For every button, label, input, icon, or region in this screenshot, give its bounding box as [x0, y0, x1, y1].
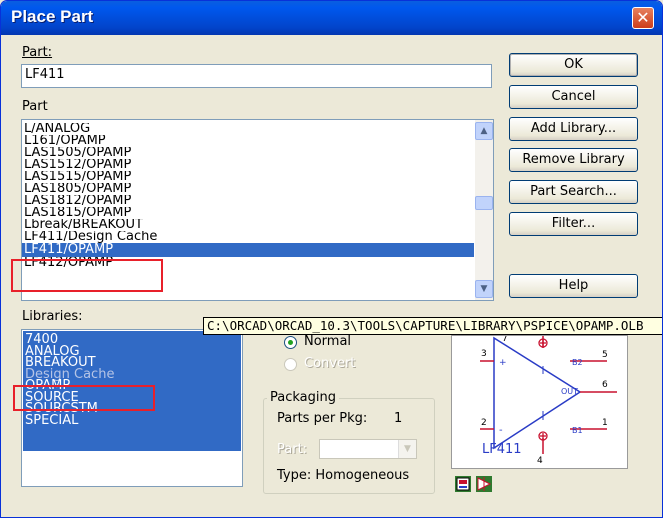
convert-radio-label: Convert — [304, 356, 356, 371]
part-list-label: Part — [22, 99, 48, 114]
pin-2: 2 — [481, 418, 487, 428]
part-list-item[interactable]: LAS1515/OPAMP — [22, 171, 474, 183]
library-list-item[interactable]: SPECIAL — [23, 414, 241, 426]
scroll-thumb[interactable] — [475, 196, 493, 210]
part-field-label-text: Part: — [22, 45, 53, 60]
pin-3: 3 — [481, 349, 487, 359]
pin-1: 1 — [602, 418, 608, 428]
parts-per-pkg-value: 1 — [394, 411, 403, 426]
part-preview: 3 2 4 5 6 1 7 + - B2 OUT B1 LF411 — [451, 334, 628, 469]
pin-label-b2: B2 — [572, 358, 583, 367]
part-list-scrollbar[interactable]: ▲ ▼ — [475, 120, 493, 300]
cancel-button[interactable]: Cancel — [509, 85, 638, 109]
close-icon[interactable]: ✕ — [632, 7, 654, 29]
dialog-title: Place Part — [11, 7, 94, 26]
part-list-item[interactable]: LAS1512/OPAMP — [22, 159, 474, 171]
parts-per-pkg-label: Parts per Pkg: — [277, 411, 368, 426]
highlight-library-selection — [13, 385, 155, 411]
part-list-item[interactable]: L161/OPAMP — [22, 135, 474, 147]
pin-label-minus: - — [499, 425, 503, 436]
scroll-up-icon[interactable]: ▲ — [475, 122, 493, 140]
symbol-name: LF411 — [482, 442, 522, 457]
part-select-label: Part: — [277, 442, 308, 457]
highlight-part-selection — [11, 259, 163, 292]
part-list-item[interactable]: LF411/Design Cache — [22, 231, 474, 243]
pin-7: 7 — [502, 336, 508, 344]
ok-button[interactable]: OK — [509, 53, 638, 77]
part-list-item[interactable]: LAS1815/OPAMP — [22, 207, 474, 219]
packaging-title: Packaging — [267, 390, 339, 405]
chevron-down-icon: ▼ — [398, 440, 416, 458]
title-bar[interactable]: Place Part ✕ — [1, 1, 662, 35]
place-part-dialog: Place Part ✕ Part: LF411 Part L/ANALOG L1… — [0, 0, 663, 518]
part-list-item[interactable]: Lbreak/BREAKOUT — [22, 219, 474, 231]
pin-label-b1: B1 — [572, 426, 583, 435]
pin-6: 6 — [602, 380, 608, 390]
library-path-tooltip: C:\ORCAD\ORCAD_10.3\TOOLS\CAPTURE\LIBRAR… — [203, 317, 662, 335]
package-type: Type: Homogeneous — [277, 468, 410, 483]
part-search-button[interactable]: Part Search... — [509, 180, 638, 204]
part-list-item[interactable]: LAS1505/OPAMP — [22, 147, 474, 159]
convert-radio — [284, 358, 297, 371]
part-input[interactable]: LF411 — [21, 64, 492, 88]
add-library-button[interactable]: Add Library... — [509, 117, 638, 141]
part-select: ▼ — [319, 439, 417, 459]
libraries-label-text: Libraries: — [22, 309, 83, 324]
part-list-item[interactable]: L/ANALOG — [22, 123, 474, 135]
part-field-label: Part: — [22, 45, 52, 60]
remove-library-button[interactable]: Remove Library — [509, 148, 638, 172]
opamp-symbol: 3 2 4 5 6 1 7 + - B2 OUT B1 LF411 — [480, 334, 617, 466]
normal-radio-label: Normal — [304, 334, 352, 349]
pcb-footprint-icon[interactable] — [454, 475, 472, 493]
libraries-label: Libraries: — [22, 309, 83, 324]
pin-label-out: OUT — [561, 387, 578, 396]
pin-label-plus: + — [499, 358, 507, 368]
part-list-item[interactable]: LAS1805/OPAMP — [22, 183, 474, 195]
pin-4: 4 — [537, 456, 543, 466]
help-button[interactable]: Help — [509, 274, 638, 298]
filter-button[interactable]: Filter... — [509, 212, 638, 236]
normal-radio[interactable] — [284, 336, 297, 349]
scroll-down-icon[interactable]: ▼ — [475, 280, 493, 298]
part-list-item[interactable]: LF411/OPAMP — [22, 243, 474, 257]
pin-5: 5 — [602, 350, 608, 360]
spice-model-icon[interactable] — [475, 475, 493, 493]
part-list-item[interactable]: LAS1812/OPAMP — [22, 195, 474, 207]
